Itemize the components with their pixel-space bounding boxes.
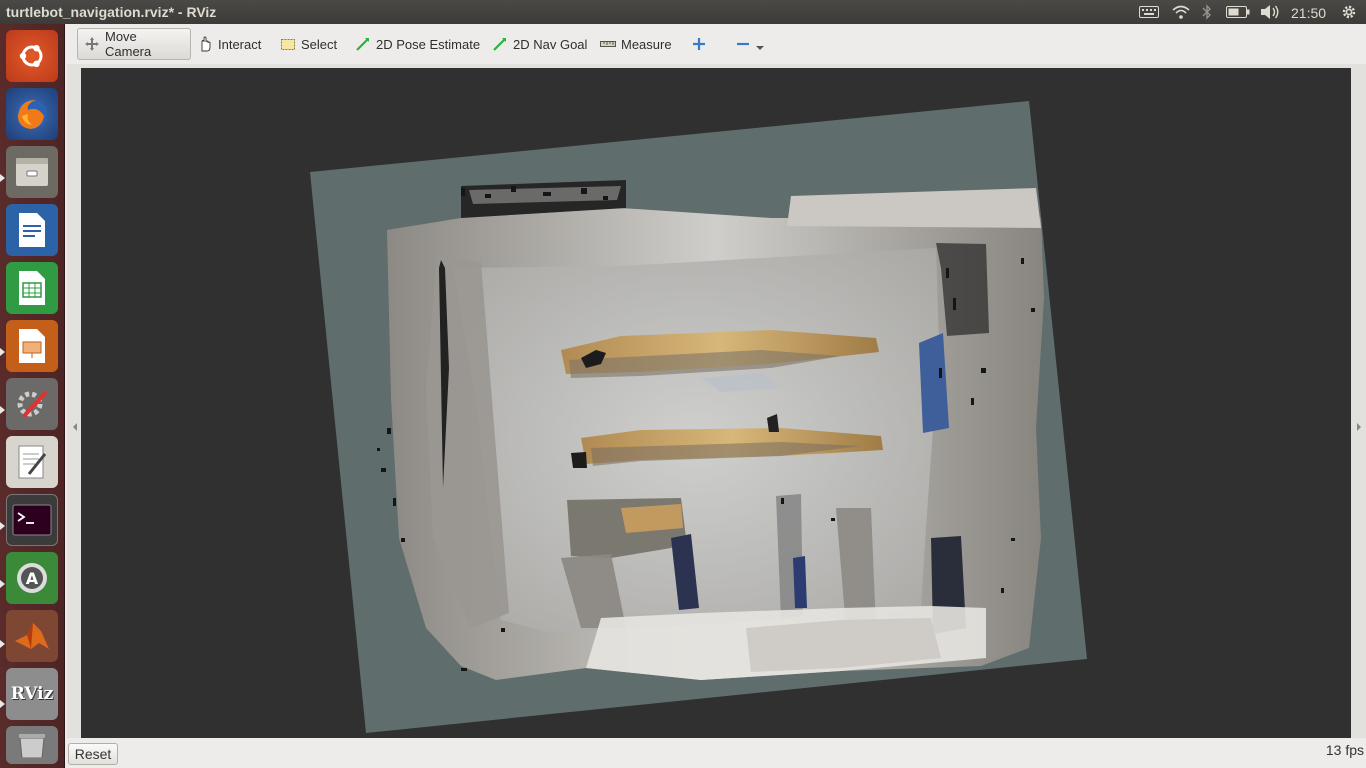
3d-viewport[interactable]: [81, 68, 1351, 738]
running-indicator: [0, 406, 5, 414]
window-title: turtlebot_navigation.rviz* - RViz: [6, 4, 217, 20]
svg-text:A: A: [26, 569, 39, 588]
impress-icon[interactable]: [6, 320, 58, 372]
chevron-down-icon[interactable]: [756, 40, 764, 50]
running-indicator: [0, 174, 5, 182]
top-panel: turtlebot_navigation.rviz* - RViz 21:50: [0, 0, 1366, 24]
volume-icon[interactable]: [1258, 3, 1282, 21]
plus-icon: [691, 36, 707, 52]
rviz-window: Move Camera Interact Select 2D Pose Esti…: [65, 24, 1366, 768]
interact-label: Interact: [218, 36, 262, 52]
running-indicator: [0, 580, 5, 588]
system-settings-icon[interactable]: [6, 378, 58, 430]
battery-icon[interactable]: [1224, 3, 1252, 21]
gear-icon[interactable]: [1338, 3, 1360, 21]
interact-button[interactable]: Interact: [191, 28, 267, 60]
software-updater-icon[interactable]: A: [6, 552, 58, 604]
running-indicator: [0, 522, 5, 530]
running-indicator: [0, 640, 5, 648]
add-tool-button[interactable]: [685, 28, 718, 60]
launcher: A RViz: [0, 24, 65, 768]
ubuntu-dash-icon[interactable]: [6, 30, 58, 82]
2d-pose-estimate-button[interactable]: 2D Pose Estimate: [349, 28, 486, 60]
status-bar: Reset 13 fps: [65, 738, 1366, 768]
left-dock-arrow-icon[interactable]: [71, 420, 79, 434]
remove-tool-button[interactable]: [729, 28, 770, 60]
text-editor-icon[interactable]: [6, 436, 58, 488]
2d-nav-goal-label: 2D Nav Goal: [513, 36, 588, 52]
move-camera-button[interactable]: Move Camera: [77, 28, 191, 60]
running-indicator: [0, 348, 5, 356]
move-camera-label: Move Camera: [105, 29, 152, 59]
render-panel: [67, 64, 1366, 738]
point-cloud-map: [310, 101, 1087, 733]
matlab-icon[interactable]: [6, 610, 58, 662]
keyboard-icon[interactable]: [1137, 3, 1161, 21]
clock[interactable]: 21:50: [1291, 4, 1326, 22]
measure-button[interactable]: Measure: [594, 28, 678, 60]
right-dock-arrow-icon[interactable]: [1355, 420, 1363, 434]
files-icon[interactable]: [6, 146, 58, 198]
calc-icon[interactable]: [6, 262, 58, 314]
ruler-icon: [600, 36, 616, 52]
select-icon: [280, 36, 296, 52]
wifi-icon[interactable]: [1170, 3, 1192, 21]
running-indicator: [0, 700, 5, 708]
writer-icon[interactable]: [6, 204, 58, 256]
measure-label: Measure: [621, 36, 672, 52]
2d-pose-estimate-label: 2D Pose Estimate: [376, 36, 481, 52]
reset-button[interactable]: Reset: [68, 743, 118, 765]
pose-arrow-icon: [355, 36, 371, 52]
tools-toolbar: Move Camera Interact Select 2D Pose Esti…: [65, 24, 1366, 64]
hand-pointer-icon: [197, 36, 213, 52]
select-button[interactable]: Select: [274, 28, 343, 60]
fps-readout: 13 fps: [1325, 742, 1364, 758]
terminal-icon[interactable]: [6, 494, 58, 546]
rviz-icon[interactable]: RViz: [6, 668, 58, 720]
trash-icon[interactable]: [6, 726, 58, 764]
bluetooth-icon[interactable]: [1200, 3, 1214, 21]
nav-goal-arrow-icon: [492, 36, 508, 52]
2d-nav-goal-button[interactable]: 2D Nav Goal: [486, 28, 593, 60]
select-label: Select: [301, 36, 338, 52]
move-camera-icon: [84, 36, 100, 52]
rviz-launcher-label: RViz: [10, 684, 54, 704]
minus-icon: [735, 36, 751, 52]
firefox-icon[interactable]: [6, 88, 58, 140]
